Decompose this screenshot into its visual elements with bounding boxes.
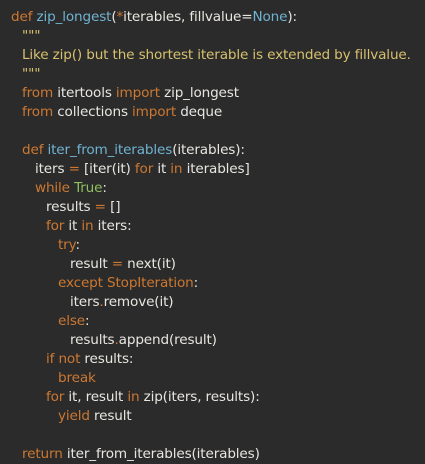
code-token: from [22,85,58,101]
code-token: try [58,237,76,253]
code-token: Like zip() but the shortest iterable is … [22,47,411,63]
code-token: if [46,351,59,367]
code-line: result = next(it) [11,255,425,274]
code-token: it, result [68,389,128,405]
code-token: [iter(it) [83,161,135,177]
code-token: it [68,218,82,234]
code-token: (iterables): [172,142,245,158]
code-token: iter_from_iterables [47,142,173,158]
code-token: next(it) [127,256,176,272]
code-token: yield [58,408,95,424]
code-token: zip(iters, results): [143,389,260,405]
code-editor[interactable]: def zip_longest(*iterables, fillvalue=No… [0,0,425,462]
code-token: in [170,161,187,177]
code-line: iters.remove(it) [11,293,425,312]
code-token: for [46,218,69,234]
code-token: from [22,104,58,120]
code-token: : [102,180,107,196]
code-token: iters [70,294,100,310]
code-line: except StopIteration: [11,274,425,293]
code-token: iterables, fillvalue= [123,9,253,25]
code-token: itertools [57,85,116,101]
code-token: collections [57,104,133,120]
code-token: for [134,161,158,177]
code-token: result [70,256,112,272]
code-line: try: [11,236,425,255]
code-token: else [58,313,85,329]
code-token: except [58,275,107,291]
code-line: return iter_from_iterables(iterables) [11,445,425,464]
code-token: : [193,275,199,291]
code-token: [] [110,199,121,215]
code-line: Like zip() but the shortest iterable is … [11,46,425,65]
code-line: for it, result in zip(iters, results): [11,388,425,407]
code-token: """ [22,28,41,44]
code-token: : [85,313,90,329]
code-line: while True: [11,179,425,198]
code-line: yield result [11,407,425,426]
code-token: = [94,199,111,215]
code-line: if not results: [11,350,425,369]
code-token: in [127,389,144,405]
code-token: iters [35,161,69,177]
code-token: results [70,332,115,348]
code-token: None [252,9,288,25]
code-token: = [111,256,128,272]
code-token: iter_from_iterables(iterables) [66,446,260,462]
code-token: iterables] [186,161,250,177]
code-line: iters = [iter(it) for it in iterables] [11,160,425,179]
code-token: while [35,180,75,196]
code-token: result [94,408,132,424]
code-token: return [22,446,67,462]
code-line: results = [] [11,198,425,217]
code-line: for it in iters: [11,217,425,236]
code-token: def [11,9,37,25]
code-token: results [46,199,95,215]
code-token: zip_longest [36,9,112,25]
code-token: zip_longest [164,85,239,101]
code-line: from collections import deque [11,103,425,122]
code-line: """ [11,65,425,84]
code-token: not [58,351,85,367]
code-token: True [74,180,103,196]
code-line: break [11,369,425,388]
code-line: results.append(result) [11,331,425,350]
code-token: append(result) [118,332,217,348]
code-line: """ [11,27,425,46]
code-token: def [22,142,48,158]
code-token: deque [180,104,223,120]
code-token: break [58,370,96,386]
code-token: """ [22,66,41,82]
code-token: in [81,218,98,234]
code-line: from itertools import zip_longest [11,84,425,103]
code-token: it [157,161,171,177]
code-token: iters: [97,218,132,234]
code-line: def iter_from_iterables(iterables): [11,141,425,160]
code-token: import [132,104,181,120]
code-token: results: [84,351,134,367]
code-token: for [46,389,69,405]
code-token: remove(it) [103,294,174,310]
code-token: : [75,237,81,253]
code-line: def zip_longest(*iterables, fillvalue=No… [11,8,425,27]
code-token: StopIteration [107,275,194,291]
code-token: = [68,161,84,177]
code-token: import [115,85,165,101]
code-line: else: [11,312,425,331]
code-token: ): [287,9,297,25]
